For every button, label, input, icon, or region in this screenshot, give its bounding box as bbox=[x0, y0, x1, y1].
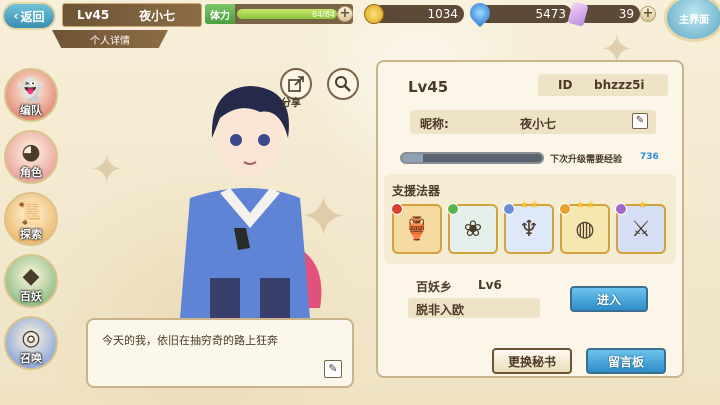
nickname-box: 昵称: 夜小七 ✎ bbox=[410, 110, 656, 134]
ticket-amount: 39 bbox=[618, 7, 634, 21]
edit-nickname-button[interactable]: ✎ bbox=[632, 113, 648, 129]
guild-level: Lv6 bbox=[478, 278, 502, 292]
player-level-banner: Lv45 夜小七 bbox=[62, 3, 202, 27]
character-illustration bbox=[180, 86, 322, 318]
nickname-label: 昵称: bbox=[420, 117, 449, 131]
artifact-slot-1[interactable]: 🏺 bbox=[391, 203, 442, 254]
share-icon bbox=[288, 76, 304, 92]
nav-item-explore[interactable]: 📜 探索 bbox=[4, 192, 58, 246]
edit-pencil-icon: ✎ bbox=[635, 115, 645, 126]
nav-item-team[interactable]: 👻 编队 bbox=[4, 68, 58, 122]
search-icon bbox=[335, 76, 351, 92]
back-button[interactable]: ‹ 返回 bbox=[2, 2, 56, 30]
guild-name: 百妖乡 bbox=[416, 280, 453, 294]
exp-progress-bar bbox=[400, 152, 544, 164]
edit-pencil-icon: ✎ bbox=[328, 362, 338, 375]
angel-icon: ♆ bbox=[519, 216, 539, 242]
left-navigation: 👻 编队 ◕ 角色 📜 探索 ◆ 百妖 ◎ 召唤 bbox=[0, 58, 62, 398]
star-icon: ★ bbox=[520, 200, 529, 211]
green-charm-icon: ❀ bbox=[463, 216, 483, 242]
edit-quote-button[interactable]: ✎ bbox=[324, 360, 342, 378]
red-vase-icon: 🏺 bbox=[403, 216, 431, 242]
zoom-button[interactable] bbox=[327, 68, 359, 100]
support-artifacts-section: 支援法器 🏺 ❀ ★ ★ ♆ ★ ★ ◍ ★ ⚔ bbox=[384, 174, 676, 264]
crystal-display: 5473 bbox=[478, 5, 572, 23]
character-quote-bubble: 今天的我，依旧在抽穷奇的路上狂奔 ✎ bbox=[86, 318, 354, 388]
nav-item-summon[interactable]: ◎ 召唤 bbox=[4, 316, 58, 370]
crystal-amount: 5473 bbox=[535, 7, 566, 21]
character-portrait[interactable] bbox=[150, 78, 350, 318]
star-icon: ★ bbox=[638, 200, 647, 211]
gold-coin-icon bbox=[364, 4, 384, 24]
enter-guild-button[interactable]: 进入 bbox=[570, 286, 648, 312]
star-icon: ★ bbox=[530, 200, 539, 211]
star-icon: ★ bbox=[576, 200, 585, 211]
gem-icon bbox=[615, 203, 627, 215]
summon-icon: ◎ bbox=[21, 326, 41, 351]
top-bar: ‹ 返回 Lv45 夜小七 体力 84/84 + 1034 5473 39 + … bbox=[0, 0, 720, 42]
character-quote: 今天的我，依旧在抽穷奇的路上狂奔 bbox=[102, 334, 278, 347]
exp-value: 736 bbox=[640, 152, 659, 162]
player-name: 夜小七 bbox=[139, 8, 176, 23]
gem-icon bbox=[447, 203, 459, 215]
gem-icon bbox=[391, 203, 403, 215]
profile-level: Lv45 bbox=[408, 78, 449, 96]
back-arrow-icon: ‹ bbox=[13, 9, 19, 23]
share-label: 分享 bbox=[281, 98, 301, 109]
stamina-display: 体力 84/84 + bbox=[205, 4, 353, 24]
star-icon: ★ bbox=[586, 200, 595, 211]
id-value: bhzzz5i bbox=[594, 78, 645, 92]
profile-panel: Lv45 ID bhzzz5i 昵称: 夜小七 ✎ 下次升级需要经验 736 支… bbox=[376, 60, 684, 378]
artifact-slot-2[interactable]: ❀ bbox=[447, 203, 498, 254]
yokai-icon: ◆ bbox=[22, 264, 40, 289]
artifact-slot-3[interactable]: ★ ★ ♆ bbox=[503, 200, 554, 254]
sparkle-decoration: ✦ bbox=[90, 147, 124, 193]
gem-icon bbox=[559, 203, 571, 215]
player-id-box: ID bhzzz5i bbox=[538, 74, 668, 96]
id-label: ID bbox=[558, 78, 573, 92]
blue-sword-icon: ⚔ bbox=[631, 216, 651, 242]
character-icon: ◕ bbox=[21, 140, 41, 165]
nav-item-character[interactable]: ◕ 角色 bbox=[4, 130, 58, 184]
gold-amount: 1034 bbox=[427, 7, 458, 21]
artifact-slot-4[interactable]: ★ ★ ◍ bbox=[559, 200, 610, 254]
ghost-team-icon: 👻 bbox=[17, 78, 45, 103]
player-level: Lv45 bbox=[77, 8, 110, 22]
add-stamina-button[interactable]: + bbox=[337, 6, 353, 22]
stamina-label: 体力 bbox=[205, 4, 235, 24]
guild-motto: 脱非入欧 bbox=[408, 298, 540, 318]
support-artifacts-title: 支援法器 bbox=[392, 184, 441, 198]
change-secretary-button[interactable]: 更换秘书 bbox=[492, 348, 572, 374]
stamina-value: 84/84 bbox=[311, 10, 335, 19]
artifact-slot-5[interactable]: ★ ⚔ bbox=[615, 200, 666, 254]
gold-display: 1034 bbox=[372, 5, 464, 23]
exp-progress-fill bbox=[402, 154, 423, 162]
message-board-button[interactable]: 留言板 bbox=[586, 348, 666, 374]
tab-personal-details[interactable]: 个人详情 bbox=[52, 30, 168, 48]
add-ticket-button[interactable]: + bbox=[640, 6, 656, 22]
scroll-icon: 📜 bbox=[17, 202, 45, 227]
nav-item-yokai[interactable]: ◆ 百妖 bbox=[4, 254, 58, 308]
gem-icon bbox=[503, 203, 515, 215]
nickname-value: 夜小七 bbox=[520, 117, 557, 131]
exp-label: 下次升级需要经验 bbox=[550, 155, 623, 165]
crystal-ball-icon: ◍ bbox=[575, 216, 595, 242]
